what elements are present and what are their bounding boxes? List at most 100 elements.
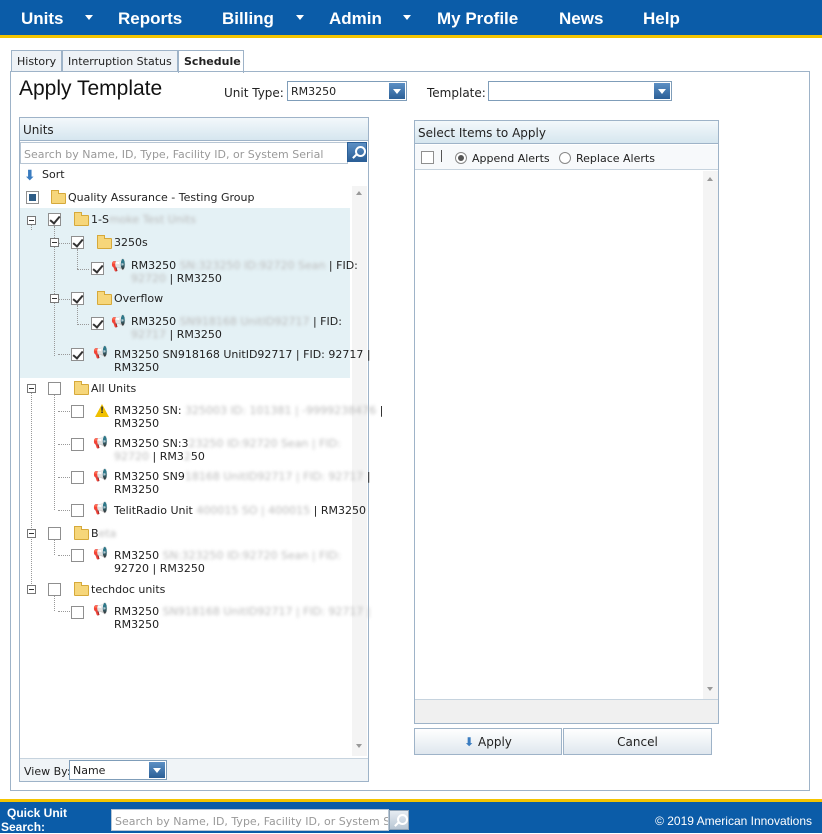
tab-schedule[interactable]: Schedule [178, 50, 244, 73]
tree-checkbox[interactable] [71, 405, 84, 418]
folder-icon [74, 381, 89, 395]
tree-checkbox[interactable] [71, 471, 84, 484]
tree-checkbox[interactable] [71, 348, 84, 361]
tree-checkbox[interactable] [91, 317, 104, 330]
tree-unit-label-line2: 92720 | RM3250 [131, 272, 222, 285]
tree-node-techdoc[interactable]: techdoc units [91, 583, 165, 596]
folder-icon [74, 526, 89, 540]
unit-type-select[interactable]: RM3250 [287, 81, 407, 101]
nav-admin[interactable]: Admin [329, 9, 382, 29]
tree-checkbox[interactable] [71, 292, 84, 305]
template-select[interactable] [488, 81, 672, 101]
replace-alerts-radio[interactable] [559, 152, 571, 164]
nav-reports[interactable]: Reports [118, 9, 182, 29]
scroll-up-icon[interactable] [356, 191, 362, 195]
tree-unit-label[interactable]: RM3250 SN918168 UnitID92717 | FID: 92717… [114, 605, 371, 618]
tab-history[interactable]: History [11, 50, 62, 72]
megaphone-icon: 📢 [93, 546, 108, 560]
scroll-down-icon[interactable] [356, 744, 362, 748]
tree-node-overflow[interactable]: Overflow [114, 292, 163, 305]
template-label: Template: [427, 86, 486, 100]
nav-news[interactable]: News [559, 9, 603, 29]
tree-checkbox[interactable] [48, 382, 61, 395]
megaphone-icon: 📢 [93, 602, 108, 616]
quick-search-input[interactable]: Search by Name, ID, Type, Facility ID, o… [111, 809, 389, 831]
unit-type-label: Unit Type: [224, 86, 284, 100]
collapse-icon[interactable] [27, 216, 36, 225]
items-panel-title: Select Items to Apply [415, 121, 718, 144]
folder-icon [97, 235, 112, 249]
scroll-up-icon[interactable] [707, 177, 713, 181]
chevron-down-icon[interactable] [654, 83, 670, 99]
view-by-label: View By: [24, 765, 71, 778]
tree-unit-label-line2: RM3250 [114, 483, 160, 496]
tree-checkbox[interactable] [71, 236, 84, 249]
nav-units[interactable]: Units [21, 9, 64, 29]
tree-unit-label-line2: 92720 | RM3250 [114, 562, 205, 575]
tree-checkbox[interactable] [26, 191, 39, 204]
cancel-button[interactable]: Cancel [563, 728, 712, 755]
megaphone-icon: 📢 [93, 435, 108, 449]
search-icon[interactable] [389, 810, 409, 830]
tree-checkbox[interactable] [71, 438, 84, 451]
chevron-down-icon[interactable] [389, 83, 405, 99]
quick-search-label-1: Quick Unit [7, 806, 68, 820]
tree-unit-label[interactable]: RM3250 SN918168 UnitID92717 | FID: [131, 315, 342, 328]
tree-unit-label[interactable]: RM3250 SN: 325003 ID: 101381 | -99992384… [114, 404, 383, 417]
nav-my-profile[interactable]: My Profile [437, 9, 518, 29]
chevron-down-icon[interactable] [296, 15, 304, 20]
copyright-text: © 2019 American Innovations [655, 814, 812, 828]
nav-help[interactable]: Help [643, 9, 680, 29]
divider [441, 150, 442, 162]
tree-unit-label[interactable]: RM3250 SN:323250 ID:92720 Sean | FID: [114, 549, 341, 562]
select-all-checkbox[interactable] [421, 151, 434, 164]
tree-node-3250s[interactable]: 3250s [114, 236, 148, 249]
tab-interruption-status[interactable]: Interruption Status [62, 50, 178, 72]
collapse-icon[interactable] [50, 238, 59, 247]
tree-checkbox[interactable] [48, 213, 61, 226]
tree-checkbox[interactable] [71, 549, 84, 562]
folder-icon [97, 291, 112, 305]
nav-billing[interactable]: Billing [222, 9, 274, 29]
tree-checkbox[interactable] [71, 504, 84, 517]
search-icon[interactable] [347, 142, 367, 162]
collapse-icon[interactable] [27, 384, 36, 393]
chevron-down-icon[interactable] [85, 15, 93, 20]
tree-unit-label[interactable]: RM3250 SN:323250 ID:92720 Sean | FID: [131, 259, 358, 272]
tree-checkbox[interactable] [91, 262, 104, 275]
tree-unit-label[interactable]: RM3250 SN918168 UnitID92717 | FID: 92717… [114, 470, 371, 483]
append-alerts-radio[interactable] [455, 152, 467, 164]
tree-unit-label-line2: 92720 | RM3250 [114, 450, 205, 463]
tree-unit-label[interactable]: TelitRadio Unit 400015 SO | 400015 | RM3… [114, 504, 366, 517]
folder-icon [74, 212, 89, 226]
tree-unit-label[interactable]: RM3250 SN:323250 ID:92720 Sean | FID: [114, 437, 341, 450]
tree-node-group-b[interactable]: Beta [91, 527, 116, 540]
tree-unit-label-line2: RM3250 [114, 618, 160, 631]
megaphone-icon: 📢 [93, 345, 108, 359]
tree-node-all-units[interactable]: All Units [91, 382, 136, 395]
tree-node-qa-group[interactable]: Quality Assurance - Testing Group [68, 191, 254, 204]
tree-checkbox[interactable] [71, 606, 84, 619]
tree-unit-label[interactable]: RM3250 SN918168 UnitID92717 | FID: 92717… [114, 348, 371, 361]
tree-checkbox[interactable] [48, 527, 61, 540]
collapse-icon[interactable] [50, 294, 59, 303]
quick-search-label-2: Search: [1, 820, 46, 834]
chevron-down-icon[interactable] [149, 762, 165, 778]
tree-checkbox[interactable] [48, 583, 61, 596]
tree-node-smoke-group[interactable]: 1-Smoke Test Units [91, 213, 196, 226]
view-by-value: Name [73, 764, 106, 777]
collapse-icon[interactable] [27, 585, 36, 594]
items-scrollbar[interactable] [703, 171, 718, 699]
items-panel-footer [415, 699, 718, 723]
view-by-select[interactable]: Name [69, 760, 167, 780]
sort-arrow-icon[interactable]: ⬇ [24, 168, 36, 184]
units-search-input[interactable]: Search by Name, ID, Type, Facility ID, o… [20, 142, 348, 164]
chevron-down-icon[interactable] [403, 15, 411, 20]
apply-button[interactable]: ⬇ Apply [414, 728, 562, 755]
scroll-down-icon[interactable] [707, 687, 713, 691]
replace-alerts-label[interactable]: Replace Alerts [576, 152, 655, 165]
collapse-icon[interactable] [27, 529, 36, 538]
megaphone-icon: 📢 [93, 501, 108, 515]
sort-button[interactable]: Sort [42, 168, 65, 181]
append-alerts-label[interactable]: Append Alerts [472, 152, 550, 165]
